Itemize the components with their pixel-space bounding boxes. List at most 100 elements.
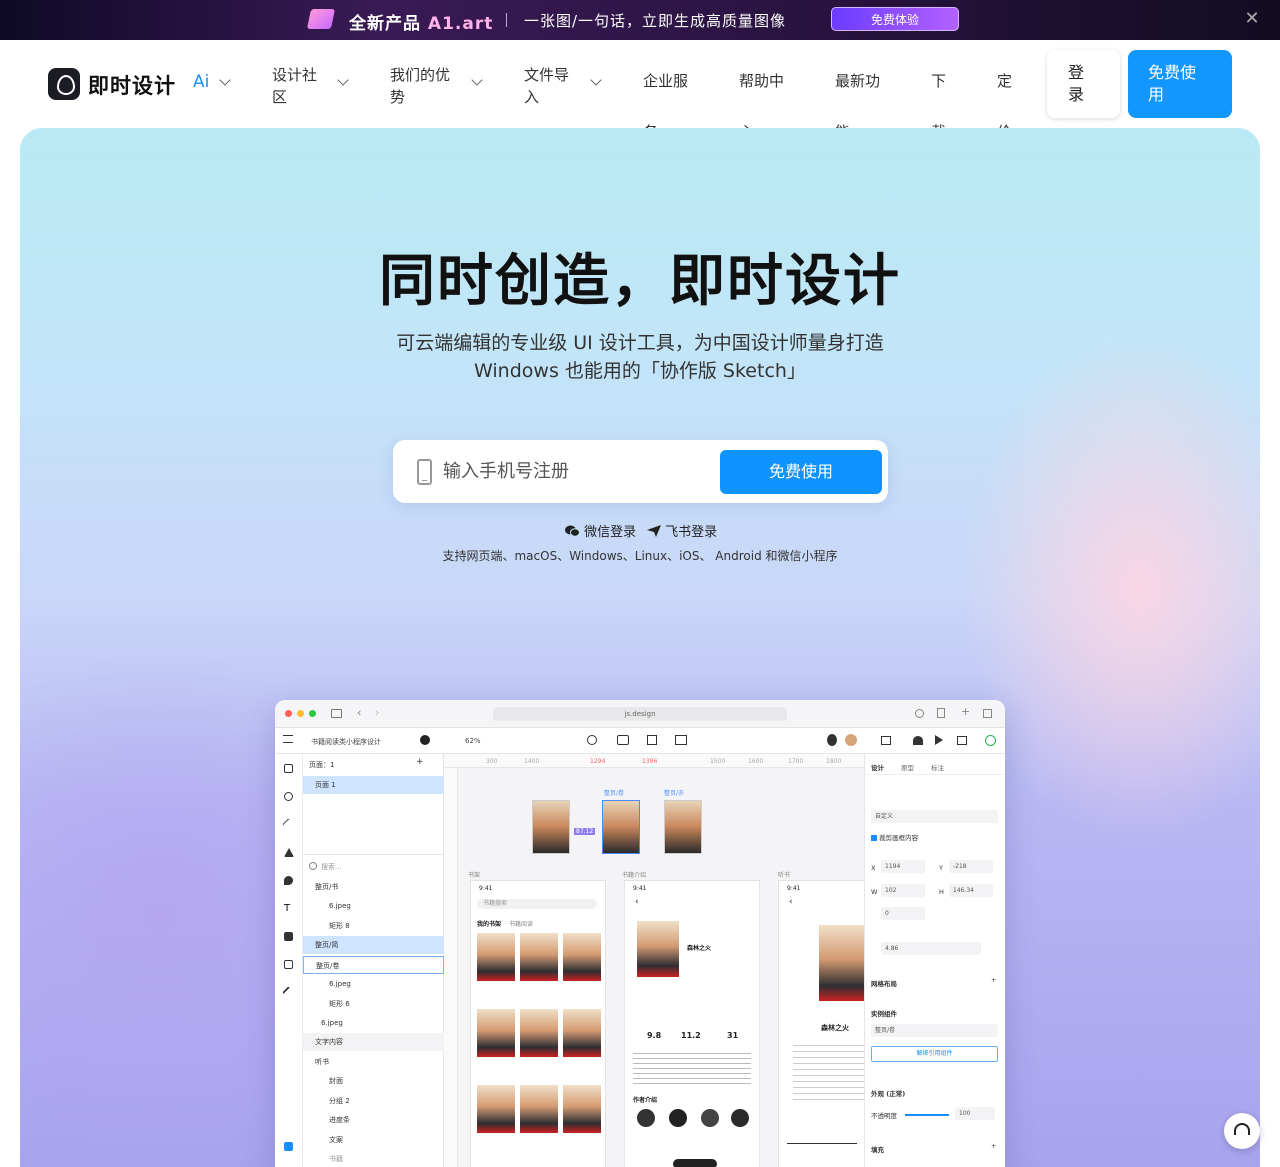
image-tool-icon[interactable] <box>284 932 293 941</box>
frame-bookshelf[interactable]: 9:41 书籍搜索 我的书架 书籍阅读 <box>470 880 606 1167</box>
saved-check-icon <box>985 735 996 746</box>
signup-submit-button[interactable]: 免费使用 <box>720 450 882 494</box>
slice-tool-icon[interactable] <box>284 960 293 969</box>
layer-item[interactable]: 6.jpeg <box>303 897 444 915</box>
add-fill-icon[interactable]: + <box>991 1142 996 1150</box>
feishu-login-link[interactable]: 飞书登录 <box>647 521 717 540</box>
tab-my-shelf[interactable]: 我的书架 <box>477 919 501 928</box>
layers-icon[interactable] <box>284 1142 293 1151</box>
brush-tool-icon[interactable] <box>282 986 295 999</box>
y-input[interactable]: -218 <box>949 860 993 873</box>
appearance-title: 外观 (正常) <box>871 1090 906 1098</box>
book-cover-thumbnail[interactable] <box>602 800 640 854</box>
hero-subtitle-line2: Windows 也能用的「协作版 Sketch」 <box>474 360 806 382</box>
clip-content-checkbox[interactable]: 裁剪画框内容 <box>871 832 918 842</box>
book-cover[interactable] <box>477 933 515 981</box>
nav-item-import[interactable]: 文件导入 <box>524 64 572 108</box>
layer-item[interactable]: 文字内容 <box>303 1033 444 1051</box>
design-canvas[interactable]: 300 1400 1294 1396 1500 1600 1700 1800 8… <box>444 754 865 1167</box>
ruler-tick: 1700 <box>788 758 804 765</box>
layer-item[interactable]: 文案 <box>303 1131 444 1149</box>
text-tool-icon[interactable]: T <box>284 904 293 914</box>
layer-item[interactable]: 6.jpeg <box>303 975 444 993</box>
back-icon[interactable]: ‹ <box>789 897 793 907</box>
book-cover[interactable] <box>520 933 558 981</box>
layer-item[interactable]: 分组 2 <box>303 1092 444 1110</box>
frame-audiobook[interactable]: 9:41 ‹ 森林之火 <box>778 880 865 1167</box>
layer-item[interactable]: 书籍 <box>303 1150 444 1167</box>
chevron-down-icon[interactable] <box>590 74 602 86</box>
layer-item-selected[interactable]: 整页/简 <box>303 936 444 954</box>
promo-banner[interactable]: 全新产品 A1.art 一张图/一句话，立即生成高质量图像 免费体验 ✕ <box>0 0 1280 40</box>
back-icon[interactable]: ‹ <box>635 897 639 907</box>
layer-item[interactable]: 整页/书 <box>303 878 444 896</box>
layer-item[interactable]: 6.jpeg <box>303 1014 444 1032</box>
ruler-tick: 1800 <box>826 758 842 765</box>
chevron-down-icon[interactable] <box>337 74 349 86</box>
wechat-login-link[interactable]: 微信登录 <box>565 521 636 540</box>
layer-item[interactable]: 矩形 8 <box>303 917 444 935</box>
layer-item[interactable]: 听书 <box>303 1053 444 1071</box>
share-icon <box>937 708 945 718</box>
frame-type-select[interactable]: 自定义 <box>871 810 998 823</box>
triangle-tool-icon[interactable] <box>284 848 294 857</box>
brand-name[interactable]: 即时设计 <box>88 70 176 100</box>
tab-prototype[interactable]: 原型 <box>901 762 914 772</box>
corner-radius-input[interactable]: 4.86 <box>881 942 981 955</box>
book-cover-thumbnail[interactable] <box>532 800 570 854</box>
x-label: X <box>871 864 876 872</box>
book-cover[interactable] <box>477 1085 515 1133</box>
app-preview: ‹ › js.design + 书籍阅读类小程序设计 62% T 页面：1 + … <box>275 700 1005 1167</box>
nav-item-advantages[interactable]: 我们的优势 <box>390 64 454 108</box>
layer-item[interactable]: 整页/卷 <box>303 956 444 974</box>
close-icon[interactable]: ✕ <box>1243 10 1261 28</box>
add-grid-icon[interactable]: + <box>991 976 996 984</box>
book-cover[interactable] <box>563 1009 601 1057</box>
chevron-down-icon[interactable] <box>219 74 231 86</box>
ellipse-tool-icon[interactable] <box>284 792 293 801</box>
tab-design[interactable]: 设计 <box>871 762 884 772</box>
free-use-button[interactable]: 免费使用 <box>1128 50 1232 118</box>
line-tool-icon[interactable] <box>282 818 295 831</box>
pen-tool-icon[interactable] <box>284 876 293 885</box>
ai-menu[interactable]: Ai <box>193 72 209 92</box>
width-input[interactable]: 102 <box>881 884 925 897</box>
book-cover[interactable] <box>563 933 601 981</box>
bookshelf-search[interactable]: 书籍搜索 <box>477 899 597 909</box>
layer-item[interactable]: 矩形 6 <box>303 995 444 1013</box>
book-cover[interactable] <box>520 1085 558 1133</box>
tab-inspect[interactable]: 标注 <box>931 762 944 772</box>
opacity-input[interactable]: 100 <box>955 1107 995 1120</box>
detach-instance-button[interactable]: 解绑引用组件 <box>871 1046 998 1062</box>
page-item[interactable]: 页面 1 <box>303 776 444 794</box>
login-button[interactable]: 登录 <box>1047 50 1120 118</box>
instance-select[interactable]: 整页/卷 <box>871 1024 998 1037</box>
layer-item[interactable]: 进度条 <box>303 1111 444 1129</box>
layer-item[interactable]: 封面 <box>303 1072 444 1090</box>
book-cover-thumbnail[interactable] <box>664 800 702 854</box>
rotation-input[interactable]: 0 <box>881 907 925 920</box>
frame-book-detail[interactable]: 9:41 ‹ 森林之火 9.8 11.2 31 作者介绍 <box>624 880 760 1167</box>
promo-try-button[interactable]: 免费体验 <box>831 7 959 31</box>
book-cover[interactable] <box>477 1009 515 1057</box>
height-input[interactable]: 146.34 <box>949 884 993 897</box>
tab-reading[interactable]: 书籍阅读 <box>509 919 533 928</box>
nav-item-community[interactable]: 设计社区 <box>272 64 320 108</box>
frame-tool-icon[interactable] <box>284 764 293 773</box>
chevron-down-icon[interactable] <box>471 74 483 86</box>
add-page-icon[interactable]: + <box>416 757 424 767</box>
headset-support-icon[interactable] <box>1224 1113 1260 1149</box>
opacity-slider[interactable] <box>905 1114 949 1116</box>
author-avatar <box>731 1109 749 1127</box>
fill-title: 填充 <box>871 1146 884 1154</box>
x-input[interactable]: 1194 <box>881 860 925 873</box>
add-to-shelf-button[interactable] <box>673 1159 717 1167</box>
ruler-tick: 1600 <box>748 758 764 765</box>
book-cover[interactable] <box>563 1085 601 1133</box>
audio-progress[interactable] <box>787 1143 857 1144</box>
phone-input[interactable] <box>443 455 703 487</box>
book-cover[interactable] <box>520 1009 558 1057</box>
logo-icon[interactable] <box>48 68 80 100</box>
layer-search-input[interactable]: 搜索... <box>321 862 342 872</box>
download-icon <box>915 709 924 718</box>
